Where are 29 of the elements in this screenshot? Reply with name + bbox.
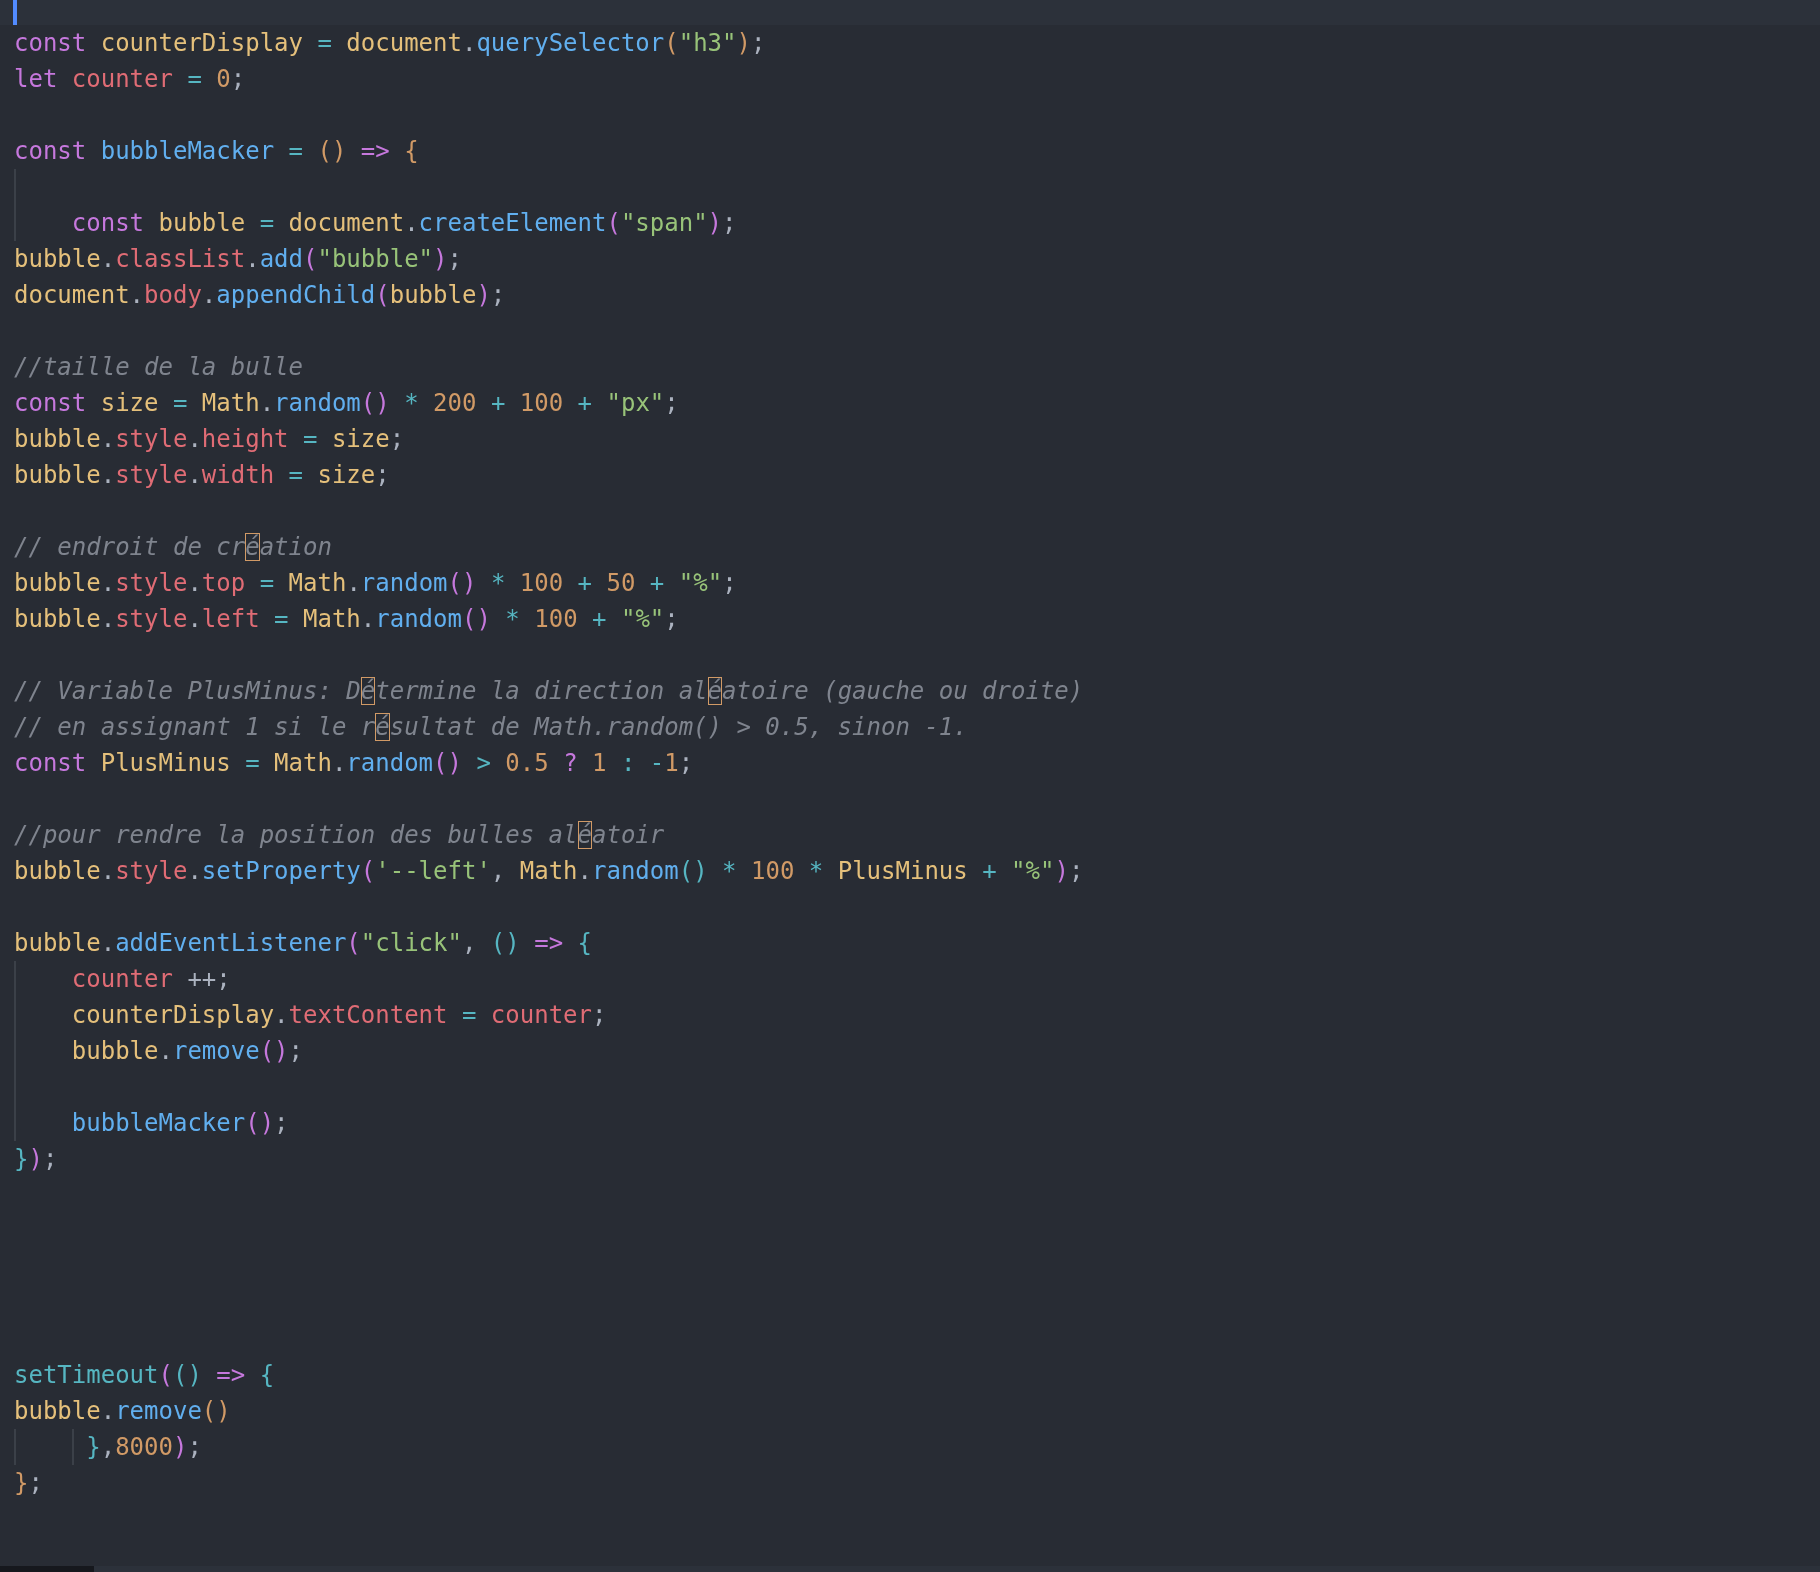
code-line: //taille de la bulle (14, 352, 303, 382)
code-line: const bubble = document.createElement("span"); (70, 208, 737, 238)
code-line: bubble.style.width = size; (14, 460, 390, 490)
code-line: bubble.remove() (14, 1396, 231, 1426)
code-line: bubble.style.setProperty('--left', Math.random() * 100 * PlusMinus + "%"); (14, 856, 1084, 886)
code-line: document.body.appendChild(bubble); (14, 280, 506, 310)
horizontal-scrollbar[interactable] (0, 1566, 1820, 1572)
text-cursor (13, 0, 17, 25)
code-line: let counter = 0; (14, 64, 246, 94)
code-line: bubble.style.left = Math.random() * 100 + "%"; (14, 604, 679, 634)
scrollbar-thumb[interactable] (0, 1566, 94, 1572)
code-line: },8000); (85, 1432, 202, 1462)
code-line: bubble.addEventListener("click", () => { (14, 928, 592, 958)
code-line: bubble.remove(); (70, 1036, 303, 1066)
code-line: const bubbleMacker = () => { (14, 136, 419, 166)
code-line: }); (14, 1144, 58, 1174)
code-line: bubbleMacker(); (70, 1108, 289, 1138)
code-line: counter ++; (70, 964, 231, 994)
code-line: bubble.style.height = size; (14, 424, 405, 454)
code-line: //pour rendre la position des bulles aléatoir (14, 820, 665, 850)
code-line: const counterDisplay = document.querySelector("h3"); (14, 28, 766, 58)
code-line: const PlusMinus = Math.random() > 0.5 ? 1 : -1; (14, 748, 694, 778)
code-line: bubble.style.top = Math.random() * 100 + 50 + "%"; (14, 568, 737, 598)
code-line: const size = Math.random() * 200 + 100 + "px"; (14, 388, 679, 418)
code-line: bubble.classList.add("bubble"); (14, 244, 462, 274)
code-line: counterDisplay.textContent = counter; (70, 1000, 607, 1030)
code-line: // Variable PlusMinus: Détermine la direction aléatoire (gauche ou droite) (14, 676, 1084, 706)
code-line: }; (14, 1468, 43, 1498)
code-line: setTimeout(() => { (14, 1360, 275, 1390)
